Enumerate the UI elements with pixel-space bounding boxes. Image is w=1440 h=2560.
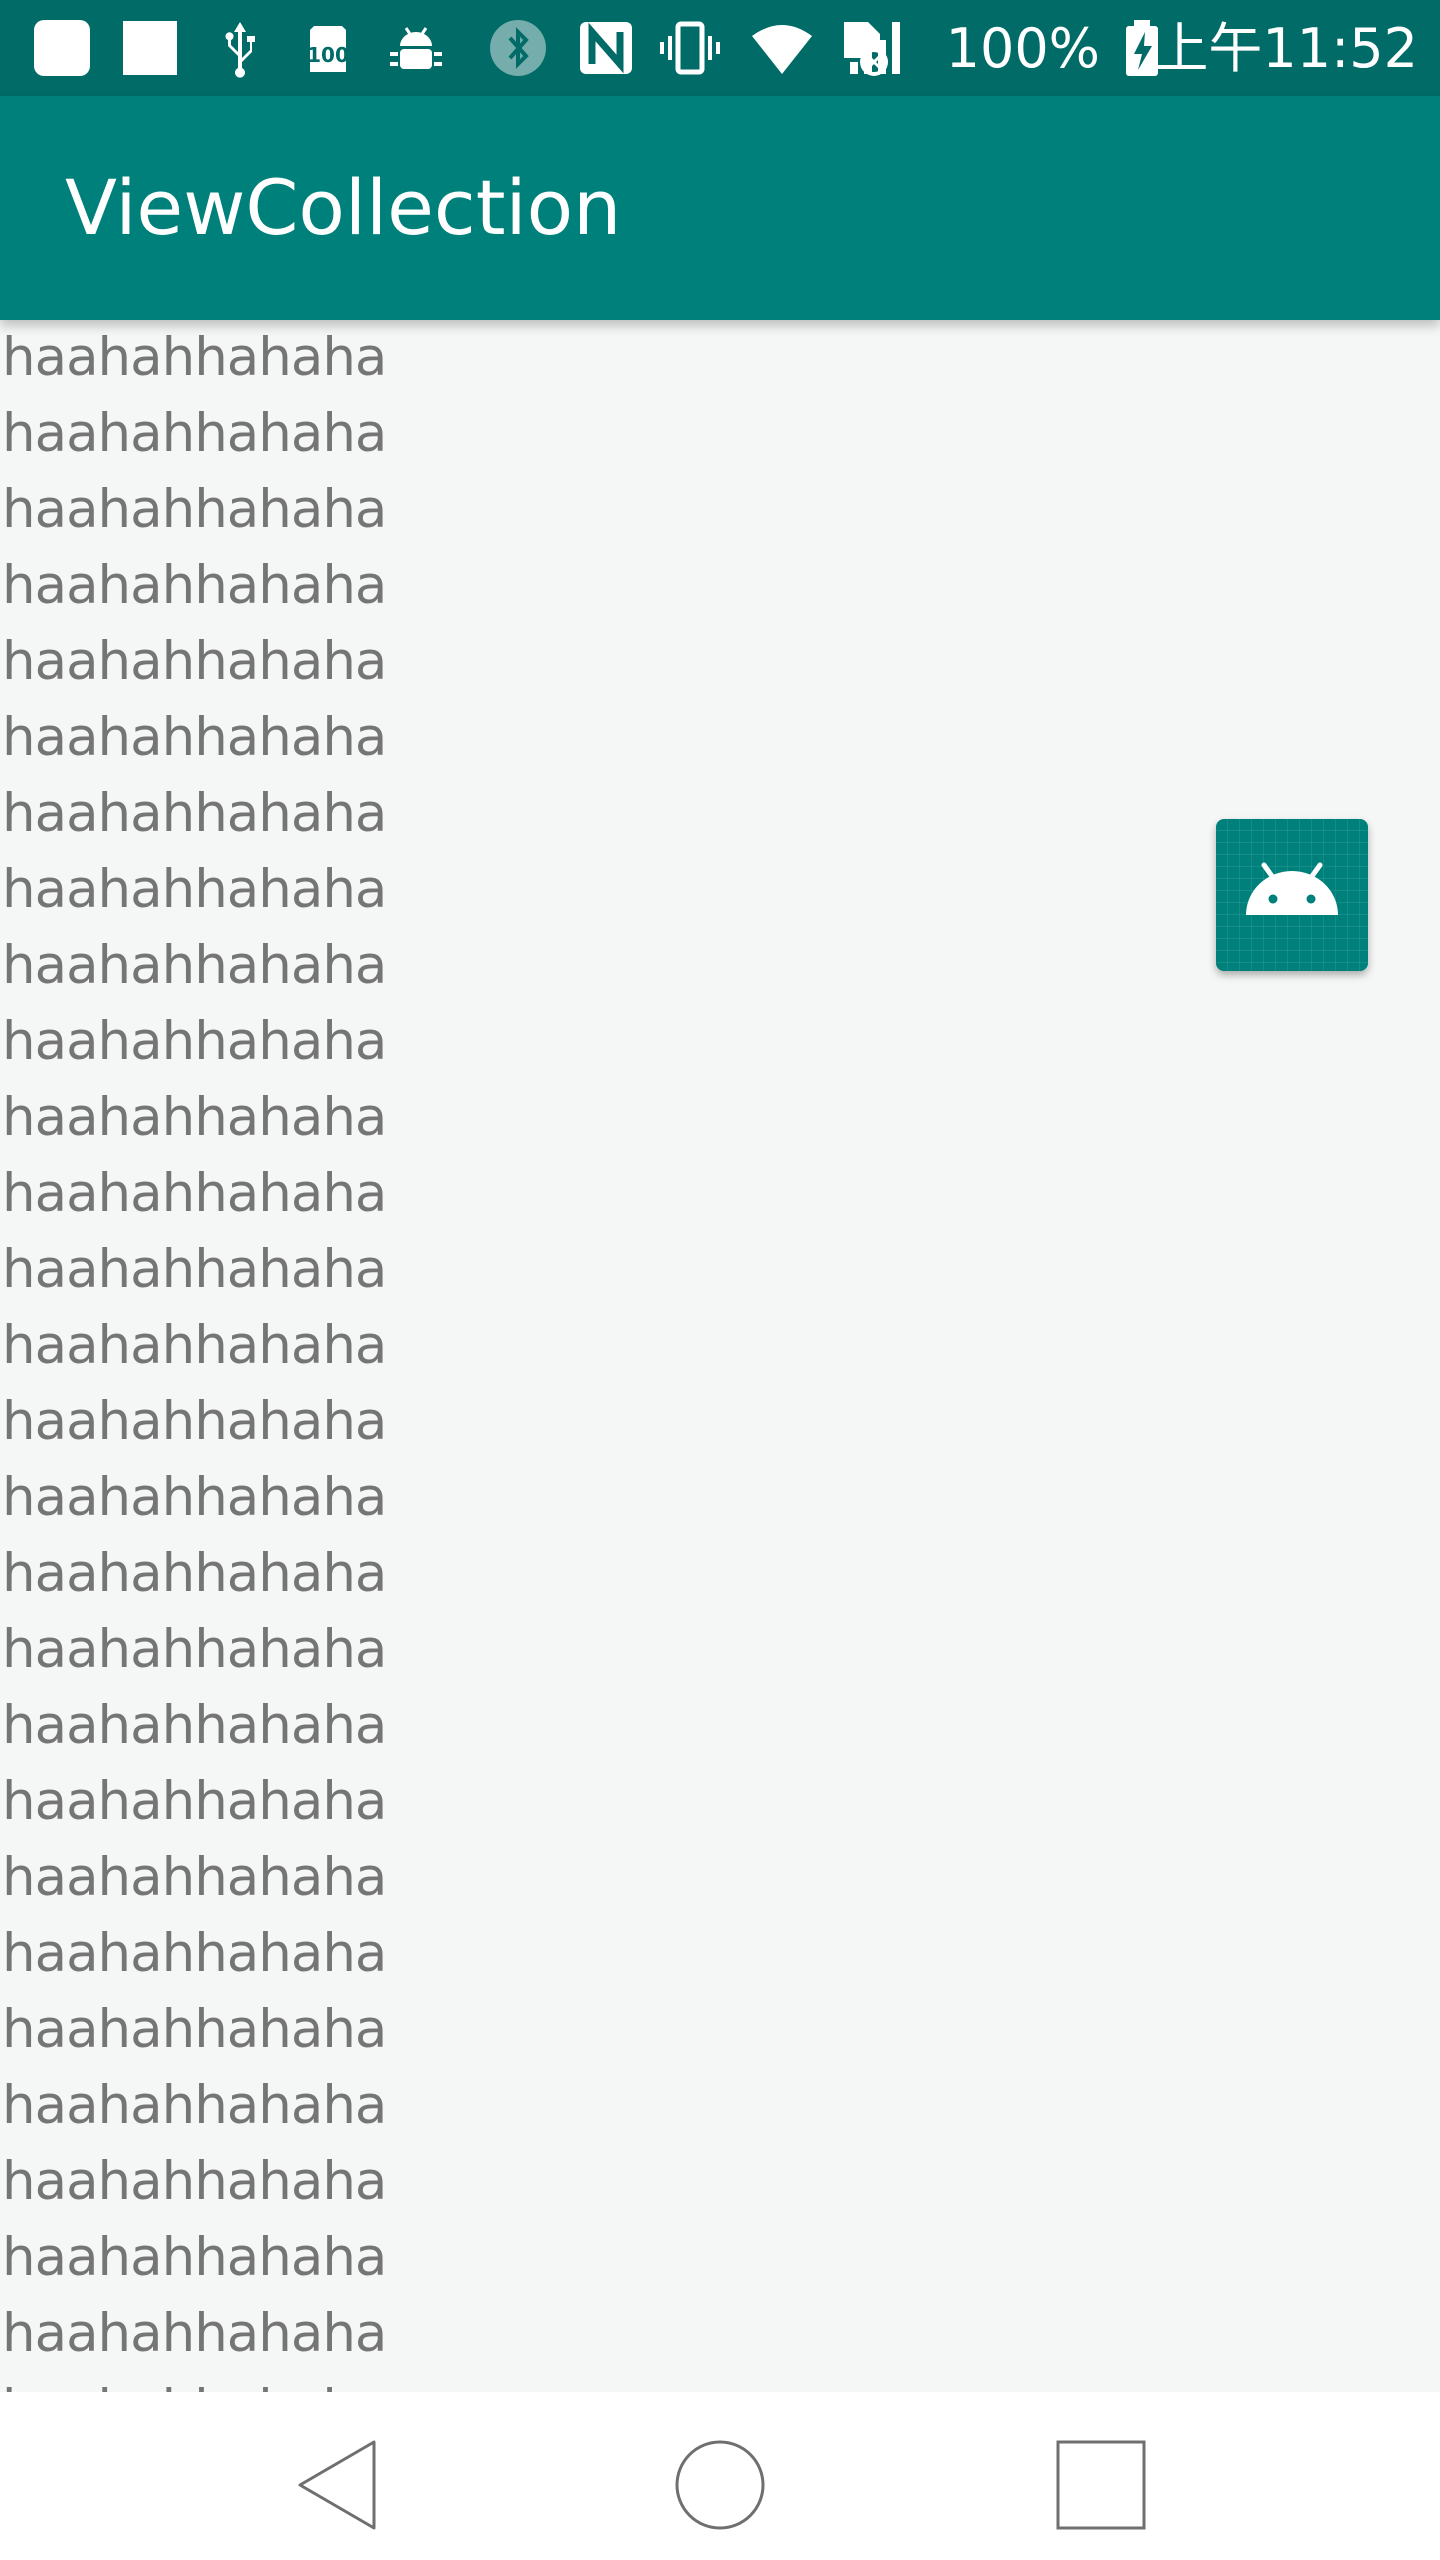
app-title: ViewCollection [65, 163, 622, 252]
recents-icon[interactable] [1046, 2430, 1156, 2540]
list-item[interactable]: haahahhahaha [0, 2372, 1440, 2392]
list-item[interactable]: haahahhahaha [0, 1536, 1440, 1612]
android-debug-icon [390, 27, 442, 69]
bluetooth-icon [490, 20, 546, 76]
vibrate-icon [660, 21, 720, 75]
home-icon[interactable] [665, 2430, 775, 2540]
navigation-bar [0, 2392, 1440, 2560]
list-item[interactable]: haahahhahaha [0, 1916, 1440, 1992]
list-item[interactable]: haahahhahaha [0, 624, 1440, 700]
svg-text:100: 100 [307, 43, 349, 67]
signal-icon [850, 22, 900, 74]
storage-icon: 100 [307, 26, 349, 72]
list-item[interactable]: haahahhahaha [0, 1460, 1440, 1536]
list-item[interactable]: haahahhahaha [0, 2296, 1440, 2372]
nfc-icon [580, 22, 632, 74]
notification-square-icon [123, 21, 177, 75]
app-bar: ViewCollection [0, 96, 1440, 320]
list-item[interactable]: haahahhahaha [0, 1232, 1440, 1308]
list-item[interactable]: haahahhahaha [0, 2144, 1440, 2220]
status-bar: 100 100% 上午11:52 [0, 0, 1440, 96]
list-item[interactable]: haahahhahaha [0, 1080, 1440, 1156]
list-item[interactable]: haahahhahaha [0, 396, 1440, 472]
scroll-list[interactable]: haahahhahaha haahahhahaha haahahhahaha haah… [0, 320, 1440, 2392]
list-item[interactable]: haahahhahaha [0, 1764, 1440, 1840]
notification-square-icon [34, 20, 90, 76]
list-item[interactable]: haahahhahaha [0, 1308, 1440, 1384]
list-item[interactable]: haahahhahaha [0, 1992, 1440, 2068]
list-item[interactable]: haahahhahaha [0, 548, 1440, 624]
list-item[interactable]: haahahhahaha [0, 472, 1440, 548]
list-item[interactable]: haahahhahaha [0, 1840, 1440, 1916]
usb-icon [225, 22, 255, 78]
list-item[interactable]: haahahhahaha [0, 1384, 1440, 1460]
list-item[interactable]: haahahhahaha [0, 700, 1440, 776]
battery-percent: 100% [945, 17, 1100, 80]
list-item[interactable]: haahahhahaha [0, 2220, 1440, 2296]
list-container: haahahhahaha haahahhahaha haahahhahaha haah… [0, 320, 1440, 2392]
android-fab-button[interactable] [1216, 819, 1368, 971]
android-icon [1216, 819, 1368, 971]
wifi-icon [752, 25, 812, 74]
back-icon[interactable] [286, 2430, 396, 2540]
list-item[interactable]: haahahhahaha [0, 1004, 1440, 1080]
list-item[interactable]: haahahhahaha [0, 2068, 1440, 2144]
status-time: 上午11:52 [1154, 17, 1418, 80]
list-item[interactable]: haahahhahaha [0, 1156, 1440, 1232]
list-item[interactable]: haahahhahaha [0, 1612, 1440, 1688]
list-item[interactable]: haahahhahaha [0, 320, 1440, 396]
list-item[interactable]: haahahhahaha [0, 1688, 1440, 1764]
